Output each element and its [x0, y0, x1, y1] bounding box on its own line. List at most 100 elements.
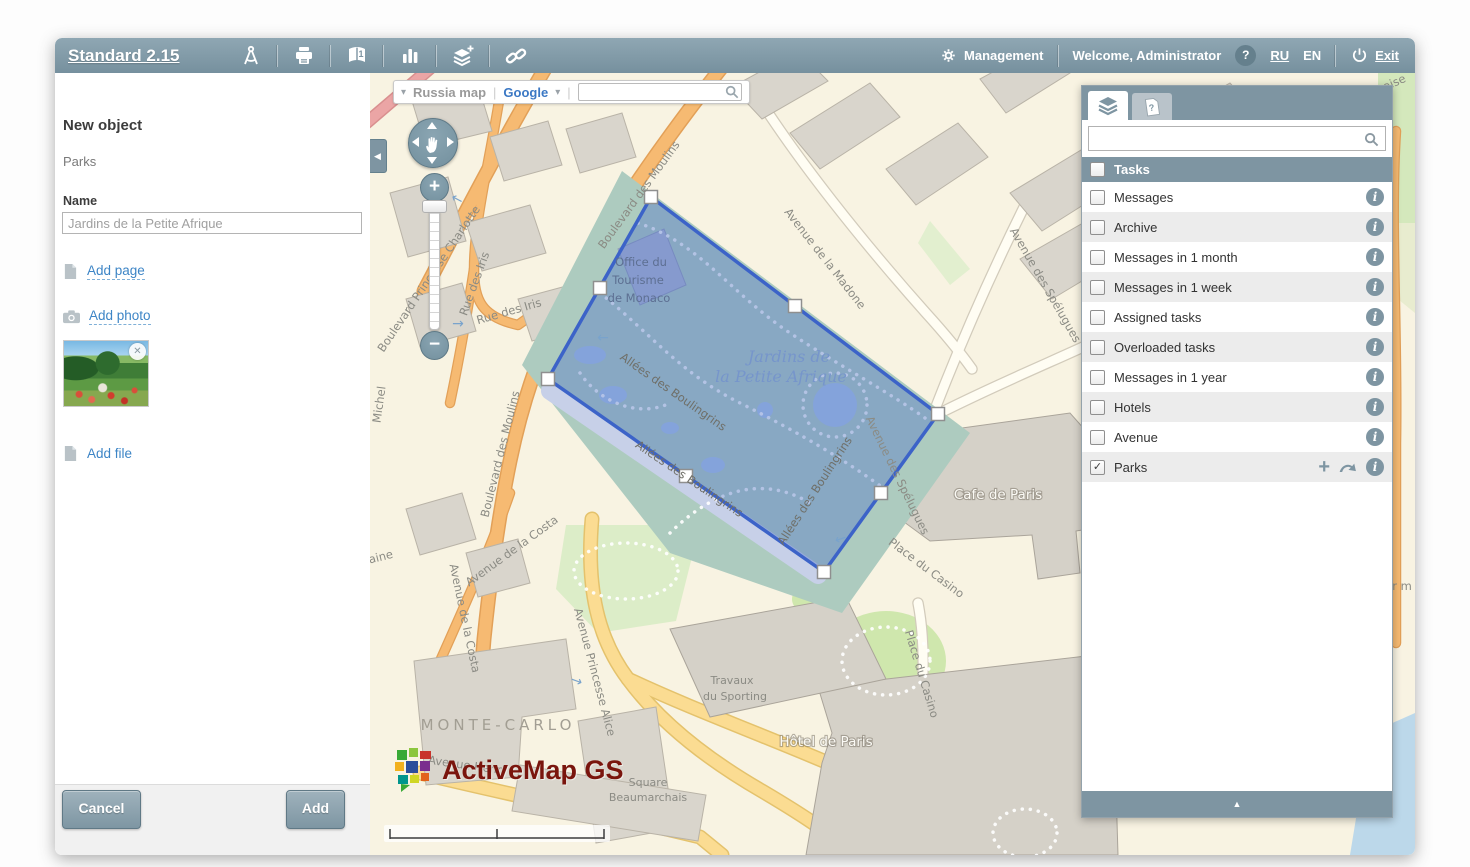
task-label[interactable]: Parks [1114, 460, 1147, 475]
tab-layers[interactable] [1088, 91, 1128, 120]
exit-button[interactable]: Exit [1350, 46, 1399, 65]
panel-tabs: ? [1082, 86, 1392, 120]
info-icon[interactable]: i [1366, 368, 1384, 386]
panel-title: New object [63, 117, 142, 134]
map-label: MONTE-CARLO [421, 716, 576, 734]
remove-photo-icon[interactable]: ✕ [129, 343, 146, 360]
add-button[interactable]: Add [286, 790, 345, 829]
info-icon[interactable]: i [1366, 428, 1384, 446]
add-object-icon[interactable]: + [1318, 458, 1330, 476]
add-page-link[interactable]: Add page [87, 263, 145, 280]
task-checkbox[interactable] [1090, 190, 1105, 205]
toolbar-divider [330, 45, 331, 67]
task-row[interactable]: Messages i [1082, 182, 1392, 212]
task-row[interactable]: Messages in 1 week i [1082, 272, 1392, 302]
zoom-out-button[interactable]: − [420, 331, 449, 360]
search-icon[interactable] [725, 85, 739, 104]
task-label[interactable]: Overloaded tasks [1114, 340, 1215, 355]
add-layer-icon[interactable] [447, 44, 479, 68]
task-checkbox[interactable] [1090, 310, 1105, 325]
task-group-header: Tasks [1082, 157, 1392, 182]
layer-search-input[interactable] [1088, 126, 1386, 151]
basemap-selector[interactable]: Russia map [413, 85, 486, 100]
info-icon[interactable]: i [1366, 278, 1384, 296]
measure-icon[interactable] [235, 44, 267, 68]
top-divider [1335, 45, 1336, 67]
info-icon[interactable]: i [1366, 398, 1384, 416]
reports-icon[interactable] [341, 44, 373, 68]
provider-selector[interactable]: Google [503, 85, 548, 100]
info-icon[interactable]: i [1366, 458, 1384, 476]
help-button[interactable]: ? [1235, 45, 1256, 66]
search-icon[interactable] [1364, 132, 1379, 152]
map-search-input[interactable] [578, 83, 742, 101]
task-checkbox[interactable] [1090, 220, 1105, 235]
task-label[interactable]: Avenue [1114, 430, 1158, 445]
map-label: du Sporting [703, 690, 767, 703]
tab-legend[interactable]: ? [1132, 93, 1172, 120]
zoom-slider-track[interactable] [429, 204, 440, 330]
add-file-row: Add file [63, 445, 132, 462]
share-link-icon[interactable] [500, 44, 532, 68]
task-checkbox[interactable] [1090, 280, 1105, 295]
task-row[interactable]: Avenue i [1082, 422, 1392, 452]
info-icon[interactable]: i [1366, 218, 1384, 236]
add-page-row: Add page [63, 263, 145, 280]
task-label[interactable]: Hotels [1114, 400, 1151, 415]
pan-control[interactable] [408, 118, 458, 168]
zoom-in-button[interactable]: + [420, 173, 449, 202]
management-button[interactable]: Management [940, 47, 1043, 64]
name-input[interactable] [62, 212, 362, 234]
task-checkbox[interactable] [1090, 250, 1105, 265]
task-checkbox[interactable] [1090, 430, 1105, 445]
top-bar: Standard 2.15 Management Welcome, Admini… [55, 38, 1415, 74]
task-label[interactable]: Messages [1114, 190, 1173, 205]
cancel-button[interactable]: Cancel [62, 790, 141, 829]
collapse-up-button[interactable]: ▲ [1082, 791, 1392, 817]
task-checkbox[interactable] [1090, 370, 1105, 385]
lang-en[interactable]: EN [1303, 48, 1321, 63]
add-file-link[interactable]: Add file [87, 446, 132, 461]
task-checkbox[interactable] [1090, 400, 1105, 415]
layers-icon [1096, 94, 1120, 118]
photo-thumbnail[interactable]: ✕ [63, 340, 149, 407]
collapse-panel-button[interactable]: ◀ [370, 139, 387, 173]
task-checkbox[interactable] [1090, 340, 1105, 355]
statistics-icon[interactable] [394, 44, 426, 68]
map-label: Hôtel de Paris [779, 734, 872, 750]
task-label[interactable]: Archive [1114, 220, 1157, 235]
pan-up-icon[interactable] [427, 122, 437, 129]
zoom-slider-handle[interactable] [422, 200, 447, 213]
task-row[interactable]: Hotels i [1082, 392, 1392, 422]
pan-right-icon[interactable] [447, 137, 454, 147]
lang-ru[interactable]: RU [1270, 48, 1289, 63]
task-checkbox[interactable]: ✓ [1090, 460, 1105, 475]
pan-left-icon[interactable] [412, 137, 419, 147]
task-row[interactable]: Archive i [1082, 212, 1392, 242]
info-icon[interactable]: i [1366, 188, 1384, 206]
add-photo-link[interactable]: Add photo [89, 308, 151, 325]
task-row[interactable]: Overloaded tasks i [1082, 332, 1392, 362]
task-row[interactable]: Assigned tasks i [1082, 302, 1392, 332]
group-checkbox[interactable] [1090, 162, 1105, 177]
task-row[interactable]: Messages in 1 month i [1082, 242, 1392, 272]
group-label: Tasks [1114, 162, 1150, 177]
task-label[interactable]: Messages in 1 year [1114, 370, 1227, 385]
task-label[interactable]: Messages in 1 week [1114, 280, 1232, 295]
provider-caret-icon[interactable]: ▾ [555, 87, 560, 98]
info-icon[interactable]: i [1366, 248, 1384, 266]
app-window: Standard 2.15 Management Welcome, Admini… [55, 38, 1415, 855]
task-label[interactable]: Messages in 1 month [1114, 250, 1238, 265]
task-row[interactable]: Messages in 1 year i [1082, 362, 1392, 392]
map-label: la Petite Afrique [715, 367, 847, 386]
task-row[interactable]: ✓ Parks + i [1082, 452, 1392, 482]
basemap-caret-icon[interactable]: ▾ [401, 87, 406, 98]
print-icon[interactable] [288, 44, 320, 68]
task-label[interactable]: Assigned tasks [1114, 310, 1201, 325]
name-label: Name [63, 194, 97, 208]
info-icon[interactable]: i [1366, 338, 1384, 356]
power-icon [1350, 46, 1369, 65]
pan-down-icon[interactable] [427, 157, 437, 164]
info-icon[interactable]: i [1366, 308, 1384, 326]
redo-arrow-icon[interactable] [1338, 460, 1358, 474]
